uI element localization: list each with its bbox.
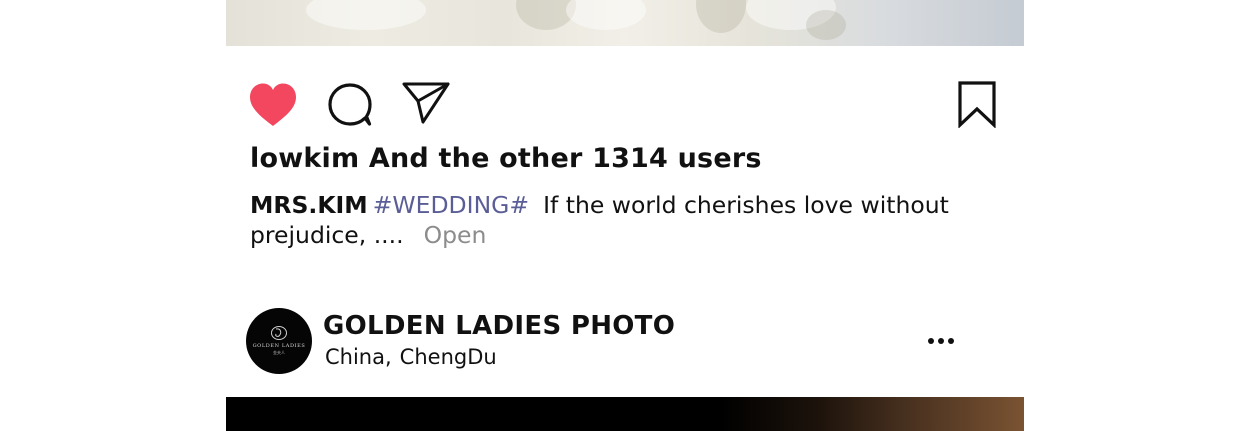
more-dot: [948, 338, 954, 344]
caption-author[interactable]: MRS.KIM: [250, 191, 368, 219]
more-icon[interactable]: [924, 334, 958, 348]
account-name[interactable]: GOLDEN LADIES PHOTO: [323, 311, 675, 341]
more-dot: [928, 338, 934, 344]
fabric-highlight: [306, 0, 426, 30]
location-city: ChengDu: [399, 345, 497, 369]
avatar-logo-text: GOLDEN LADIES: [252, 343, 306, 349]
brand-logo-icon: [271, 326, 287, 340]
next-post-image[interactable]: [226, 397, 1024, 431]
fabric-fold: [696, 0, 746, 33]
more-dot: [938, 338, 944, 344]
avatar-logo-subtext: 金夫人: [273, 350, 285, 355]
post-action-bar: [226, 46, 1024, 142]
post-caption: MRS.KIM #WEDDING# If the world cherishes l…: [250, 190, 970, 250]
bookmark-icon[interactable]: [957, 80, 997, 128]
caption-hashtag[interactable]: #WEDDING#: [373, 191, 529, 219]
post-location[interactable]: China, ChengDu: [325, 345, 497, 369]
likes-count[interactable]: lowkim And the other 1314 users: [250, 143, 762, 174]
comment-icon[interactable]: [327, 82, 373, 128]
caption-open-link[interactable]: Open: [424, 221, 487, 249]
fabric-highlight: [566, 0, 646, 30]
post-image[interactable]: [226, 0, 1024, 46]
location-country: China,: [325, 345, 392, 369]
send-icon[interactable]: [401, 81, 451, 125]
avatar[interactable]: GOLDEN LADIES 金夫人: [246, 308, 312, 374]
heart-icon[interactable]: [248, 82, 298, 128]
fabric-fold: [806, 10, 846, 40]
